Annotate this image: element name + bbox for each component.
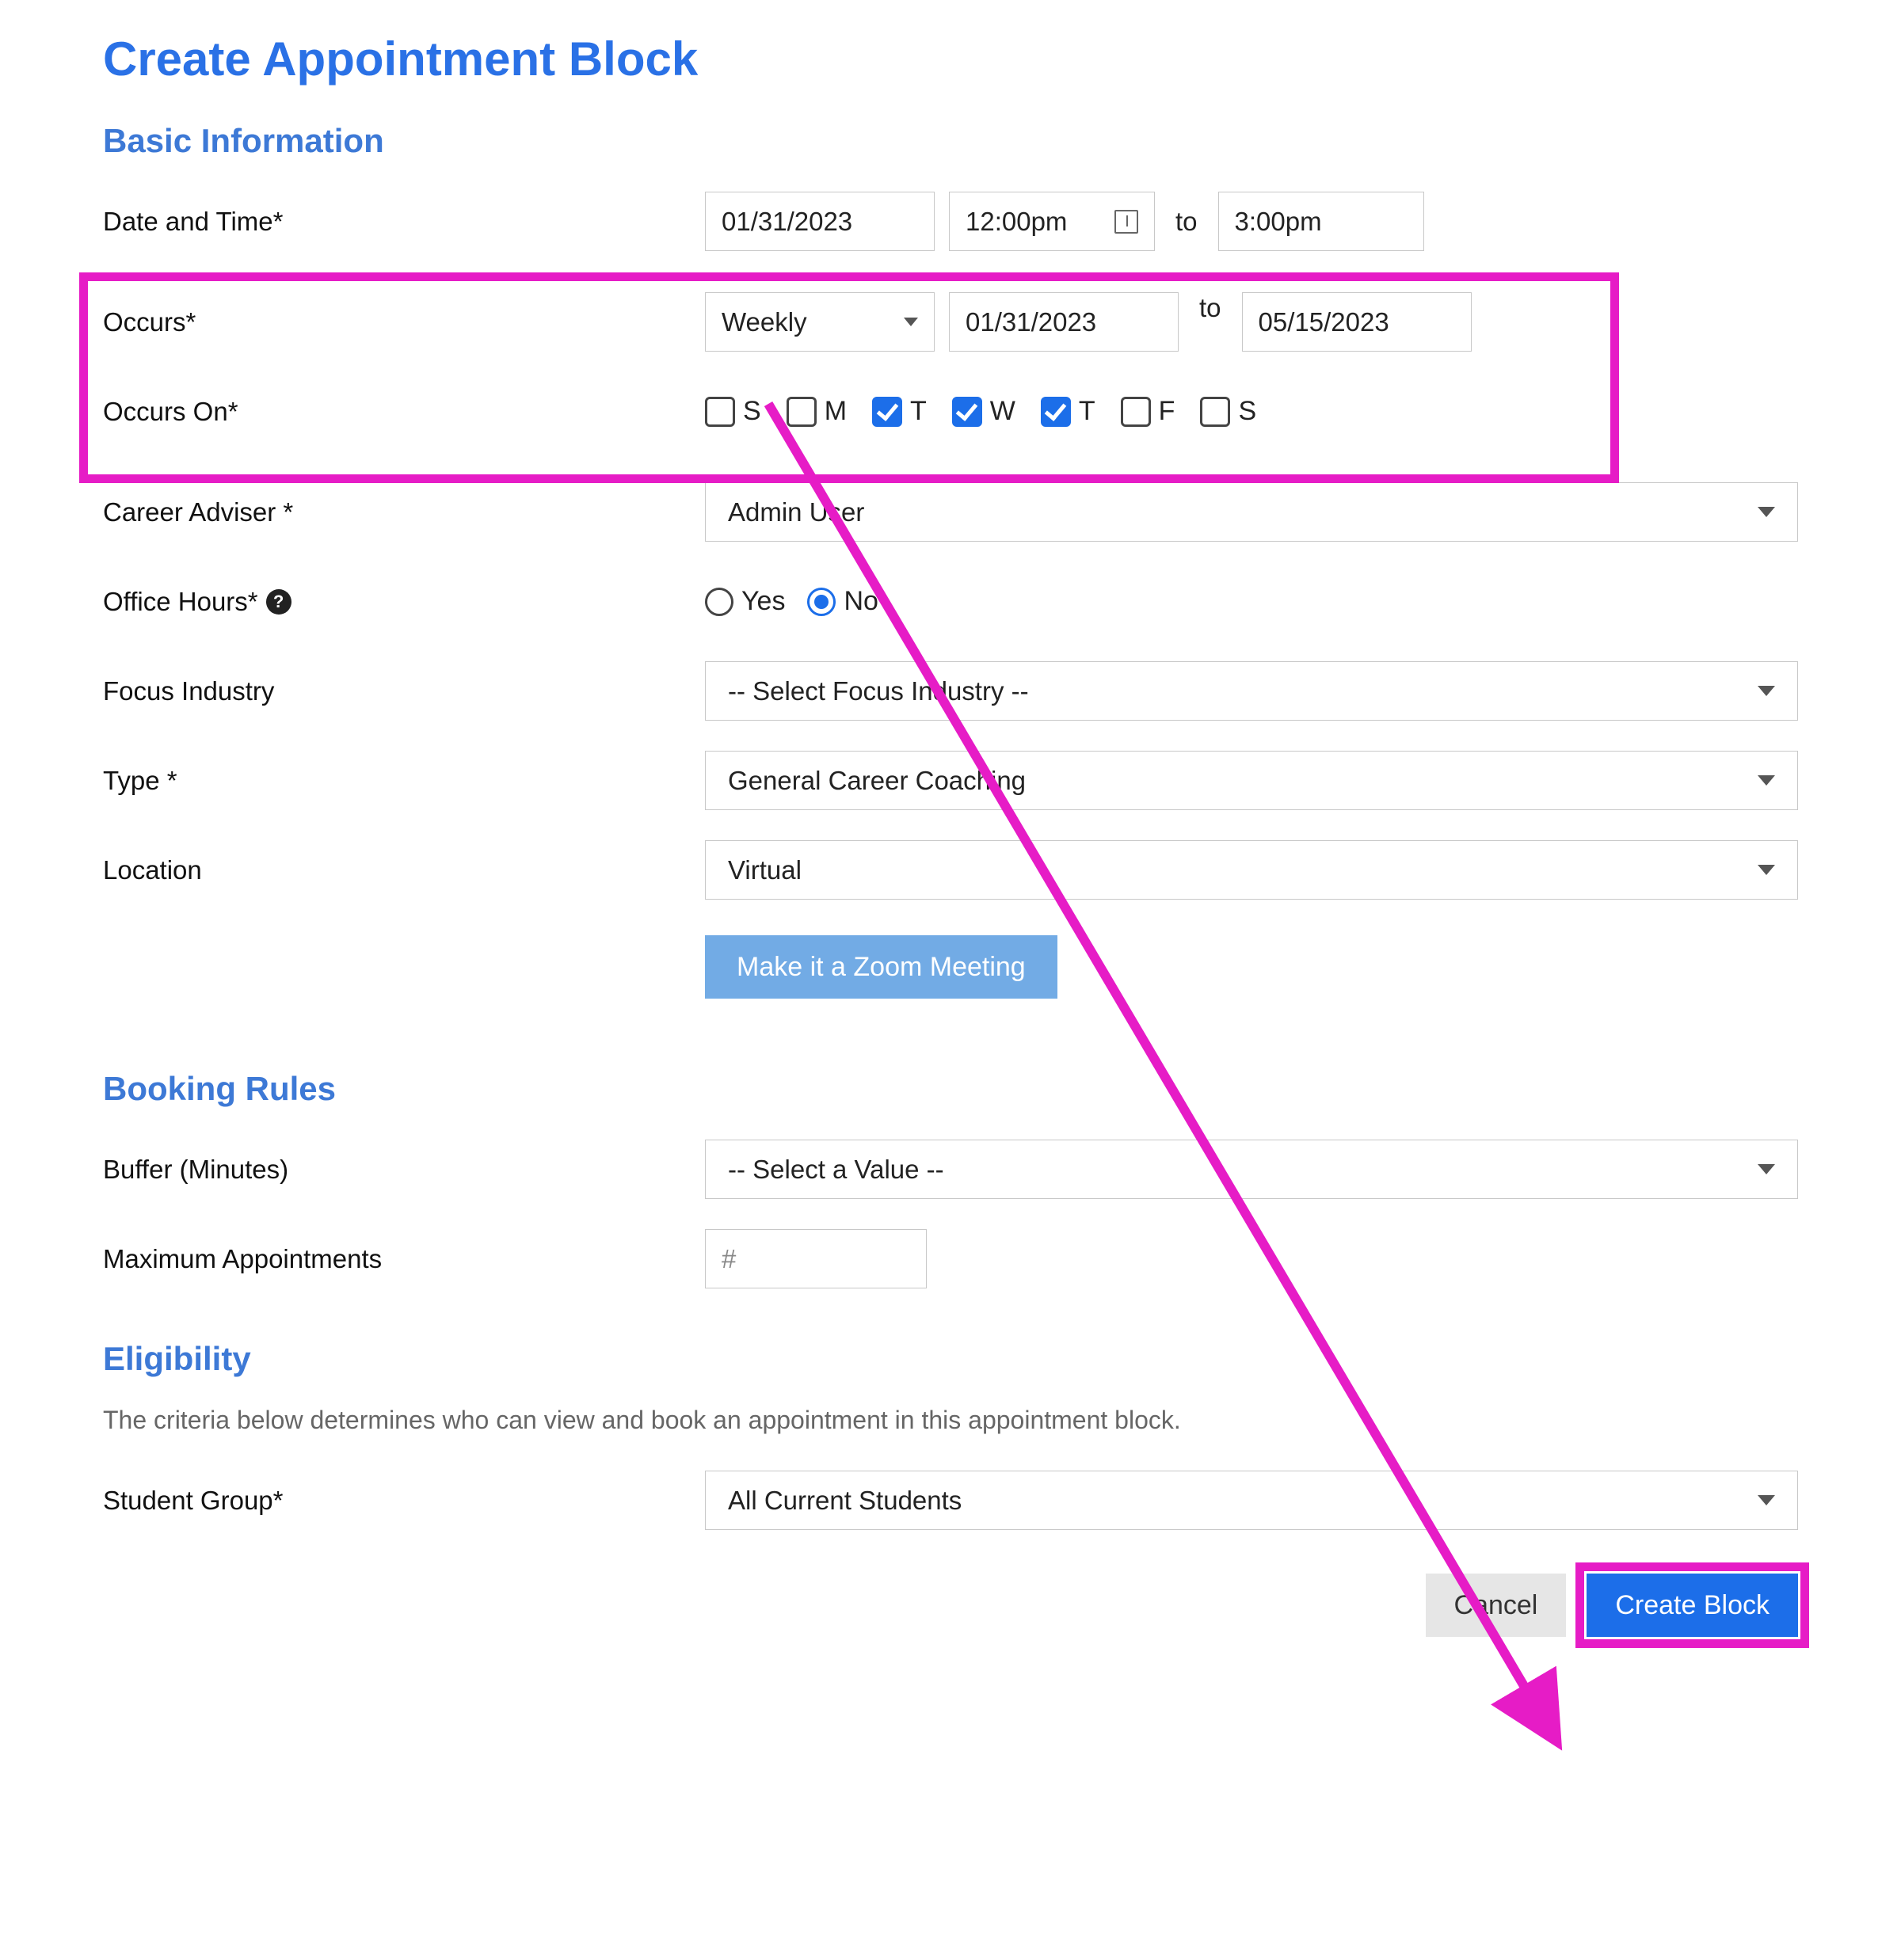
- zoom-meeting-button[interactable]: Make it a Zoom Meeting: [705, 935, 1057, 999]
- row-location: Location Virtual: [103, 836, 1798, 904]
- select-focus[interactable]: -- Select Focus Industry --: [705, 661, 1798, 721]
- select-occurs-freq[interactable]: Weekly: [705, 292, 935, 352]
- row-max: Maximum Appointments #: [103, 1225, 1798, 1292]
- day-checkbox[interactable]: S: [705, 396, 761, 427]
- label-focus: Focus Industry: [103, 676, 705, 706]
- caret-icon: [1758, 1495, 1775, 1505]
- row-student-group: Student Group* All Current Students: [103, 1467, 1798, 1534]
- focus-value: -- Select Focus Industry --: [728, 676, 1029, 706]
- section-basic-info: Basic Information: [103, 122, 1798, 160]
- input-max[interactable]: #: [705, 1229, 927, 1288]
- form-container: Create Appointment Block Basic Informati…: [103, 32, 1798, 1637]
- help-icon[interactable]: ?: [266, 589, 291, 615]
- radio-no-label: No: [844, 586, 878, 617]
- caret-icon: [1758, 865, 1775, 875]
- section-booking: Booking Rules: [103, 1070, 1798, 1108]
- button-row: Cancel Create Block: [103, 1574, 1798, 1637]
- select-location[interactable]: Virtual: [705, 840, 1798, 900]
- day-label: W: [990, 396, 1015, 427]
- day-label: S: [743, 396, 761, 427]
- row-occurs: Occurs* Weekly 01/31/2023 to 05/15/2023: [103, 288, 1798, 356]
- label-office-hours: Office Hours* ?: [103, 587, 705, 617]
- create-block-wrap: Create Block: [1587, 1574, 1798, 1637]
- occurs-block: Occurs* Weekly 01/31/2023 to 05/15/2023 …: [103, 277, 1798, 478]
- section-eligibility: Eligibility: [103, 1340, 1798, 1378]
- day-label: T: [910, 396, 927, 427]
- adviser-value: Admin User: [728, 497, 864, 527]
- select-type[interactable]: General Career Coaching: [705, 751, 1798, 810]
- to-text-2: to: [1199, 293, 1221, 323]
- radio-office-hours: Yes No: [705, 586, 878, 617]
- checkbox-icon: [1121, 397, 1151, 427]
- label-max: Maximum Appointments: [103, 1244, 705, 1274]
- checkbox-icon: [705, 397, 735, 427]
- cancel-button[interactable]: Cancel: [1426, 1574, 1567, 1637]
- radio-no[interactable]: No: [807, 586, 878, 617]
- select-student-group[interactable]: All Current Students: [705, 1471, 1798, 1530]
- label-type: Type *: [103, 766, 705, 796]
- create-block-button[interactable]: Create Block: [1587, 1574, 1798, 1637]
- page-title: Create Appointment Block: [103, 32, 1798, 86]
- occurs-freq-text: Weekly: [722, 307, 807, 337]
- caret-icon: [1758, 775, 1775, 786]
- buffer-value: -- Select a Value --: [728, 1155, 944, 1185]
- row-type: Type * General Career Coaching: [103, 747, 1798, 814]
- radio-yes[interactable]: Yes: [705, 586, 785, 617]
- group-value: All Current Students: [728, 1486, 962, 1516]
- start-time-text: 12:00pm: [966, 207, 1067, 237]
- input-start-time[interactable]: 12:00pm: [949, 192, 1155, 251]
- day-label: S: [1238, 396, 1256, 427]
- row-office-hours: Office Hours* ? Yes No: [103, 568, 1798, 635]
- radio-circle: [705, 588, 733, 616]
- label-student-group: Student Group*: [103, 1486, 705, 1516]
- day-label: M: [825, 396, 847, 427]
- select-buffer[interactable]: -- Select a Value --: [705, 1140, 1798, 1199]
- checkbox-icon: [1200, 397, 1230, 427]
- row-buffer: Buffer (Minutes) -- Select a Value --: [103, 1136, 1798, 1203]
- eligibility-desc: The criteria below determines who can vi…: [103, 1406, 1798, 1435]
- end-time-text: 3:00pm: [1235, 207, 1322, 237]
- location-value: Virtual: [728, 855, 802, 885]
- select-adviser[interactable]: Admin User: [705, 482, 1798, 542]
- day-checkbox[interactable]: T: [1041, 396, 1095, 427]
- label-occurs-on: Occurs On*: [103, 397, 705, 427]
- label-occurs: Occurs*: [103, 307, 705, 337]
- day-checkbox[interactable]: W: [952, 396, 1015, 427]
- checkbox-icon: [1041, 397, 1071, 427]
- row-date-time: Date and Time* 01/31/2023 12:00pm to 3:0…: [103, 188, 1798, 255]
- row-occurs-on: Occurs On* S M T W T F S: [103, 378, 1798, 445]
- input-date[interactable]: 01/31/2023: [705, 192, 935, 251]
- day-label: F: [1159, 396, 1175, 427]
- to-text: to: [1175, 207, 1198, 237]
- input-occurs-start[interactable]: 01/31/2023: [949, 292, 1179, 352]
- row-focus: Focus Industry -- Select Focus Industry …: [103, 657, 1798, 725]
- caret-icon: [1758, 507, 1775, 517]
- checkbox-icon: [952, 397, 982, 427]
- day-label: T: [1079, 396, 1095, 427]
- day-checkbox[interactable]: T: [872, 396, 927, 427]
- input-end-time[interactable]: 3:00pm: [1218, 192, 1424, 251]
- day-checkbox[interactable]: M: [787, 396, 847, 427]
- radio-yes-label: Yes: [741, 586, 785, 617]
- radio-circle-checked: [807, 588, 836, 616]
- row-adviser: Career Adviser * Admin User: [103, 478, 1798, 546]
- days-checkbox-row: SMTWTFS: [705, 396, 1256, 427]
- type-value: General Career Coaching: [728, 766, 1026, 796]
- office-hours-text: Office Hours*: [103, 587, 258, 617]
- checkbox-icon: [872, 397, 902, 427]
- label-adviser: Career Adviser *: [103, 497, 705, 527]
- caret-icon: [904, 318, 918, 326]
- day-checkbox[interactable]: S: [1200, 396, 1256, 427]
- label-buffer: Buffer (Minutes): [103, 1155, 705, 1185]
- label-location: Location: [103, 855, 705, 885]
- caret-icon: [1758, 686, 1775, 696]
- input-occurs-end[interactable]: 05/15/2023: [1242, 292, 1472, 352]
- day-checkbox[interactable]: F: [1121, 396, 1175, 427]
- caret-icon: [1758, 1164, 1775, 1174]
- checkbox-icon: [787, 397, 817, 427]
- clock-icon: [1114, 210, 1138, 234]
- label-date-time: Date and Time*: [103, 207, 705, 237]
